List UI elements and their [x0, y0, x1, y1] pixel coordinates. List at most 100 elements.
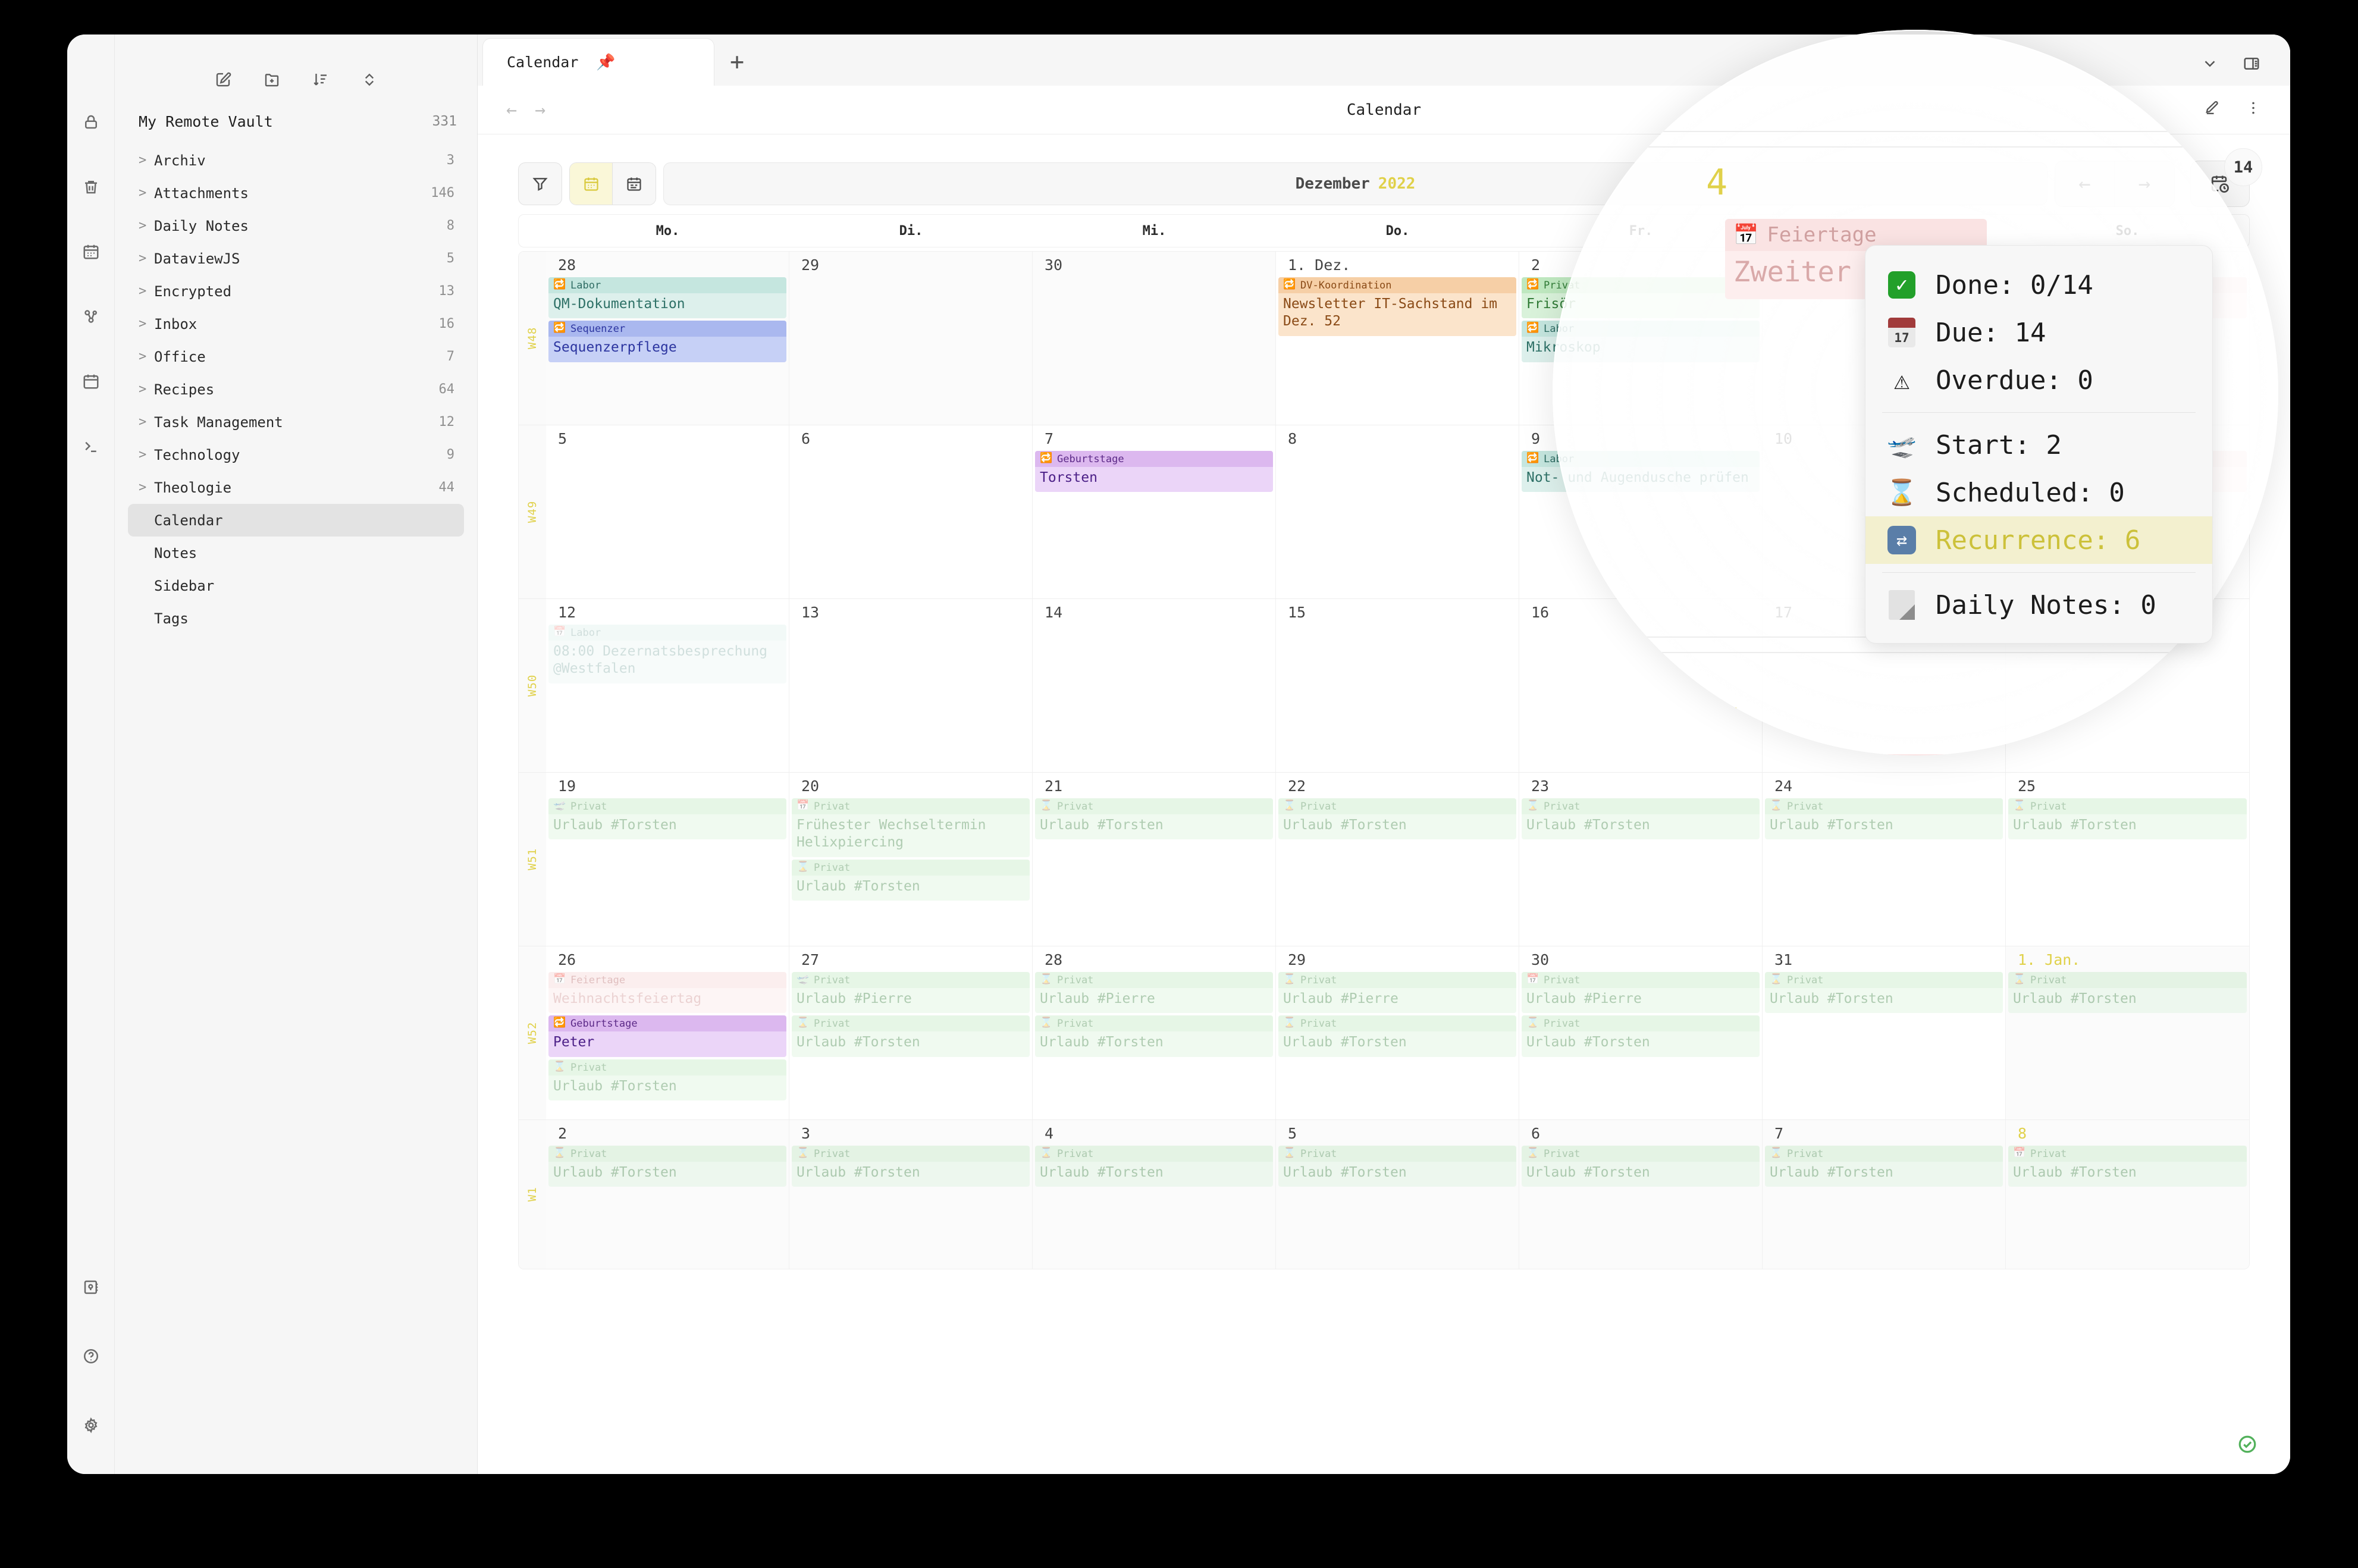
tab-calendar[interactable]: Calendar 📌: [482, 38, 714, 86]
calendar-event[interactable]: 🔁 Geburtstage Torsten: [1035, 451, 1273, 493]
day-cell[interactable]: 16: [1519, 599, 1763, 772]
sidebar-folder-office[interactable]: > Office 7: [128, 340, 464, 373]
chevron-right-icon[interactable]: >: [139, 284, 154, 299]
calendar-icon[interactable]: [75, 365, 107, 397]
day-cell[interactable]: 19 🛫 Privat Urlaub #Torsten: [546, 773, 789, 946]
popup-item-start[interactable]: 🛫 Start: 2: [1865, 421, 2212, 469]
calendar-event[interactable]: 🔁 Geburtstage Peter: [548, 1015, 786, 1057]
calendar-event[interactable]: ⌛ Privat Urlaub #Torsten: [1765, 972, 2003, 1014]
new-note-icon[interactable]: [214, 71, 232, 91]
sidebar-folder-daily-notes[interactable]: > Daily Notes 8: [128, 209, 464, 242]
calendar-event[interactable]: ⌛ Privat Urlaub #Torsten: [548, 1146, 786, 1187]
calendar-event[interactable]: ⌛ Privat Urlaub #Torsten: [2008, 798, 2247, 840]
chevron-right-icon[interactable]: >: [139, 349, 154, 364]
calendar-event[interactable]: ⌛ Privat Urlaub #Torsten: [1765, 798, 2003, 840]
day-cell[interactable]: 14: [1033, 599, 1276, 772]
calendar-event[interactable]: ⌛ Privat Urlaub #Torsten: [1035, 1015, 1273, 1057]
calendar-event[interactable]: ⌛ Privat Urlaub #Torsten: [1278, 1146, 1516, 1187]
calendar-event[interactable]: ⌛ Privat Urlaub #Torsten: [1522, 1015, 1760, 1057]
day-cell[interactable]: 23 ⌛ Privat Urlaub #Torsten: [1519, 773, 1763, 946]
calendar-event[interactable]: ⌛ Privat Urlaub #Torsten: [792, 1146, 1030, 1187]
calendar-event[interactable]: ⌛ Privat Urlaub #Torsten: [1278, 1015, 1516, 1057]
calendar-event[interactable]: 🔁 Privat Frisör: [1522, 277, 1760, 319]
calendar-event[interactable]: ⌛ Privat Urlaub #Torsten: [548, 1059, 786, 1101]
sidebar-item-calendar[interactable]: Calendar: [128, 504, 464, 537]
month-view-icon[interactable]: [570, 163, 613, 205]
day-cell[interactable]: 4 ⌛ Privat Urlaub #Torsten: [1033, 1120, 1276, 1269]
list-view-icon[interactable]: [613, 163, 656, 205]
calendar-event[interactable]: ⌛ Privat Urlaub #Torsten: [2008, 972, 2247, 1014]
back-arrow-icon[interactable]: ←: [506, 99, 517, 120]
day-cell[interactable]: 12 📅 Labor 08:00 Dezernatsbesprechung @West…: [546, 599, 789, 772]
day-cell[interactable]: 31 ⌛ Privat Urlaub #Torsten: [1763, 946, 2006, 1119]
trash-icon[interactable]: [75, 171, 107, 203]
sidebar-folder-inbox[interactable]: > Inbox 16: [128, 308, 464, 340]
day-cell[interactable]: 22 ⌛ Privat Urlaub #Torsten: [1276, 773, 1519, 946]
sidebar-folder-encrypted[interactable]: > Encrypted 13: [128, 275, 464, 308]
popup-item-daily-notes[interactable]: Daily Notes: 0: [1865, 581, 2212, 629]
sidebar-folder-theologie[interactable]: > Theologie 44: [128, 471, 464, 504]
day-cell[interactable]: 13: [789, 599, 1033, 772]
day-cell[interactable]: 30 📅 Privat Urlaub #Pierre ⌛ Privat Urlaub #To…: [1519, 946, 1763, 1119]
calendar-event[interactable]: ⌛ Privat Urlaub #Torsten: [792, 859, 1030, 901]
calendar-event[interactable]: ⌛ Privat Urlaub #Torsten: [1035, 798, 1273, 840]
sidebar-folder-attachments[interactable]: > Attachments 146: [128, 177, 464, 209]
calendar-event[interactable]: 📅 Feiertage Weihnachtsfeiertag: [548, 972, 786, 1014]
day-cell[interactable]: 2 ⌛ Privat Urlaub #Torsten: [546, 1120, 789, 1269]
popup-item-due[interactable]: 17 Due: 14: [1865, 309, 2212, 356]
calendar-event[interactable]: 🔁 Sequenzer Sequenzerpflege: [548, 321, 786, 362]
vault-icon[interactable]: [75, 1271, 107, 1303]
lock-icon[interactable]: [75, 106, 107, 138]
sidebar-item-tags[interactable]: Tags: [128, 602, 464, 635]
day-cell[interactable]: 2 🔁 Privat Frisör 🔁 Labor Mikroskop: [1519, 252, 1763, 425]
day-cell[interactable]: 5 ⌛ Privat Urlaub #Torsten: [1276, 1120, 1519, 1269]
calendar-event[interactable]: ⌛ Privat Urlaub #Torsten: [1522, 1146, 1760, 1187]
new-tab-button[interactable]: +: [714, 38, 760, 86]
calendar-event[interactable]: ⌛ Privat Urlaub #Pierre: [1035, 972, 1273, 1014]
calendar-event[interactable]: 📅 Privat Urlaub #Pierre: [1522, 972, 1760, 1014]
day-cell[interactable]: 26 📅 Feiertage Weihnachtsfeiertag 🔁 Geburtsta…: [546, 946, 789, 1119]
calendar-event[interactable]: ⌛ Privat Urlaub #Torsten: [1522, 798, 1760, 840]
prev-month-button[interactable]: ←: [2055, 161, 2115, 206]
today-button[interactable]: 14: [2190, 148, 2262, 207]
sidebar-item-notes[interactable]: Notes: [128, 537, 464, 569]
edit-pencil-icon[interactable]: [2203, 99, 2220, 120]
day-cell[interactable]: 3 ⌛ Privat Urlaub #Torsten: [789, 1120, 1033, 1269]
day-cell[interactable]: 7 ⌛ Privat Urlaub #Torsten: [1763, 1120, 2006, 1269]
day-cell[interactable]: 9 🔁 Labor Not- und Augendusche prüfen: [1519, 425, 1763, 598]
calendar-event[interactable]: 📅 Labor 08:00 Dezernatsbesprechung @Westfa…: [548, 625, 786, 683]
help-icon[interactable]: [75, 1340, 107, 1372]
day-cell[interactable]: 24 ⌛ Privat Urlaub #Torsten: [1763, 773, 2006, 946]
calendar-event[interactable]: 🛫 Privat Urlaub #Pierre: [792, 972, 1030, 1014]
calendar-event[interactable]: ⌛ Privat Urlaub #Torsten: [792, 1015, 1030, 1057]
sidebar-folder-task-management[interactable]: > Task Management 12: [128, 406, 464, 438]
popup-item-overdue[interactable]: ⚠ Overdue: 0: [1865, 356, 2212, 404]
calendar-event[interactable]: 📅 Privat Urlaub #Torsten: [2008, 1146, 2247, 1187]
day-cell[interactable]: 27 🛫 Privat Urlaub #Pierre ⌛ Privat Urlaub #To…: [789, 946, 1033, 1119]
calendar-event[interactable]: ⌛ Privat Urlaub #Torsten: [1765, 1146, 2003, 1187]
chevron-right-icon[interactable]: >: [139, 316, 154, 331]
sidebar-folder-recipes[interactable]: > Recipes 64: [128, 373, 464, 406]
chevron-right-icon[interactable]: >: [139, 447, 154, 462]
day-cell[interactable]: 21 ⌛ Privat Urlaub #Torsten: [1033, 773, 1276, 946]
calendar-event[interactable]: 📅 Privat Frühester Wechseltermin Helixpier…: [792, 798, 1030, 857]
day-cell[interactable]: 5: [546, 425, 789, 598]
calendar-event[interactable]: ⌛ Privat Urlaub #Torsten: [1035, 1146, 1273, 1187]
day-cell[interactable]: 25 ⌛ Privat Urlaub #Torsten: [2006, 773, 2249, 946]
day-cell[interactable]: 6: [789, 425, 1033, 598]
sort-icon[interactable]: [312, 71, 330, 91]
chevron-right-icon[interactable]: >: [139, 251, 154, 266]
chevron-right-icon[interactable]: >: [139, 186, 154, 200]
chevron-right-icon[interactable]: >: [139, 480, 154, 495]
chevron-right-icon[interactable]: >: [139, 415, 154, 429]
day-cell[interactable]: 29: [789, 252, 1033, 425]
day-cell[interactable]: 15: [1276, 599, 1519, 772]
calendar-event[interactable]: ⌛ Privat Urlaub #Torsten: [1278, 798, 1516, 840]
settings-icon[interactable]: [75, 1409, 107, 1441]
popup-item-recurrence[interactable]: ⇄ Recurrence: 6: [1865, 516, 2212, 564]
sidebar-folder-archiv[interactable]: > Archiv 3: [128, 144, 464, 177]
calendar-event[interactable]: 🔁 Labor Mikroskop: [1522, 321, 1760, 362]
more-options-icon[interactable]: [2245, 99, 2262, 120]
filter-icon[interactable]: [518, 162, 562, 205]
new-folder-icon[interactable]: [263, 71, 281, 91]
